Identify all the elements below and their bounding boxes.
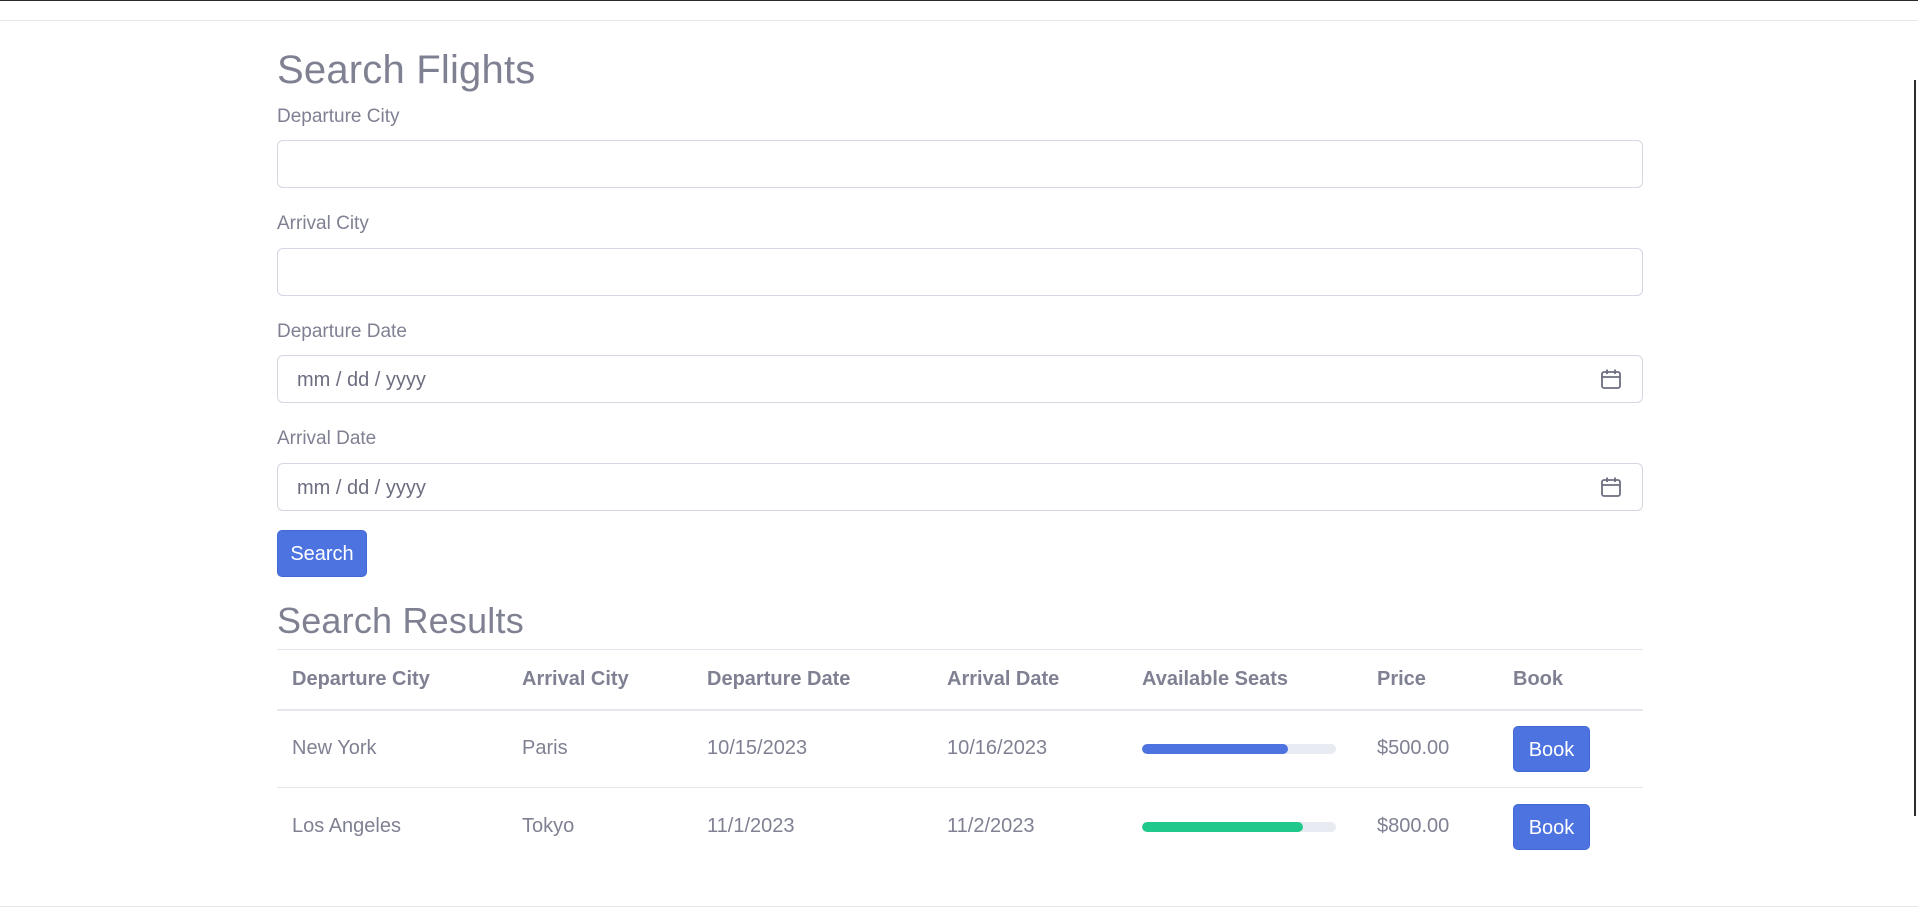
row-price: $800.00 (1377, 815, 1450, 838)
row-departure-city: New York (277, 709, 507, 788)
header-available-seats: Available Seats (1127, 649, 1362, 711)
departure-date-input[interactable]: mm / dd / yyyy (277, 355, 1643, 403)
departure-city-input[interactable] (277, 140, 1643, 188)
arrival-city-label: Arrival City (277, 213, 369, 234)
book-button[interactable]: Book (1513, 725, 1590, 772)
arrival-city-input[interactable] (277, 248, 1643, 296)
arrival-date-input[interactable]: mm / dd / yyyy (277, 463, 1643, 511)
browser-top-bar (0, 0, 1918, 21)
header-departure-date: Departure Date (692, 649, 932, 711)
scrollbar[interactable] (1914, 80, 1916, 816)
page-bottom-divider (0, 906, 1918, 907)
row-available-seats (1127, 788, 1362, 866)
page-title: Search Flights (277, 48, 536, 92)
book-button[interactable]: Book (1513, 803, 1590, 850)
calendar-icon[interactable] (1600, 368, 1622, 390)
row-arrival-city: Tokyo (522, 815, 575, 838)
table-header-row: Departure City Arrival City Departure Da… (277, 649, 1643, 711)
header-arrival-city: Arrival City (507, 649, 692, 711)
arrival-date-placeholder: mm / dd / yyyy (297, 477, 426, 499)
row-book-cell: Book (1498, 788, 1643, 866)
row-available-seats (1127, 709, 1362, 788)
seats-progress-fill (1142, 743, 1288, 754)
header-book: Book (1498, 649, 1643, 711)
row-departure-date: 10/15/2023 (692, 709, 932, 788)
departure-city-label: Departure City (277, 106, 400, 127)
seats-progress-fill (1142, 821, 1304, 832)
departure-date-placeholder: mm / dd / yyyy (297, 369, 426, 391)
row-departure-date: 11/1/2023 (707, 815, 795, 838)
row-arrival-date: 10/16/2023 (932, 709, 1127, 788)
table-row: New York Paris 10/15/2023 10/16/2023 $50… (277, 709, 1643, 788)
results-title: Search Results (277, 600, 524, 641)
row-arrival-city: Paris (507, 709, 692, 788)
results-table: Departure City Arrival City Departure Da… (277, 649, 1643, 866)
table-row: Los Angeles Tokyo 11/1/2023 11/2/2023 $8… (277, 788, 1643, 866)
calendar-icon[interactable] (1600, 476, 1622, 498)
row-departure-city: Los Angeles (292, 815, 401, 838)
seats-progress-bar (1142, 743, 1336, 754)
header-price: Price (1362, 649, 1498, 711)
row-book-cell: Book (1498, 709, 1643, 788)
header-departure-city: Departure City (277, 649, 507, 711)
search-button[interactable]: Search (277, 530, 367, 577)
departure-date-label: Departure Date (277, 321, 407, 342)
header-arrival-date: Arrival Date (932, 649, 1127, 711)
row-price: $500.00 (1362, 709, 1498, 788)
row-arrival-date: 11/2/2023 (947, 815, 1035, 838)
seats-progress-bar (1142, 821, 1336, 832)
arrival-date-label: Arrival Date (277, 428, 377, 449)
